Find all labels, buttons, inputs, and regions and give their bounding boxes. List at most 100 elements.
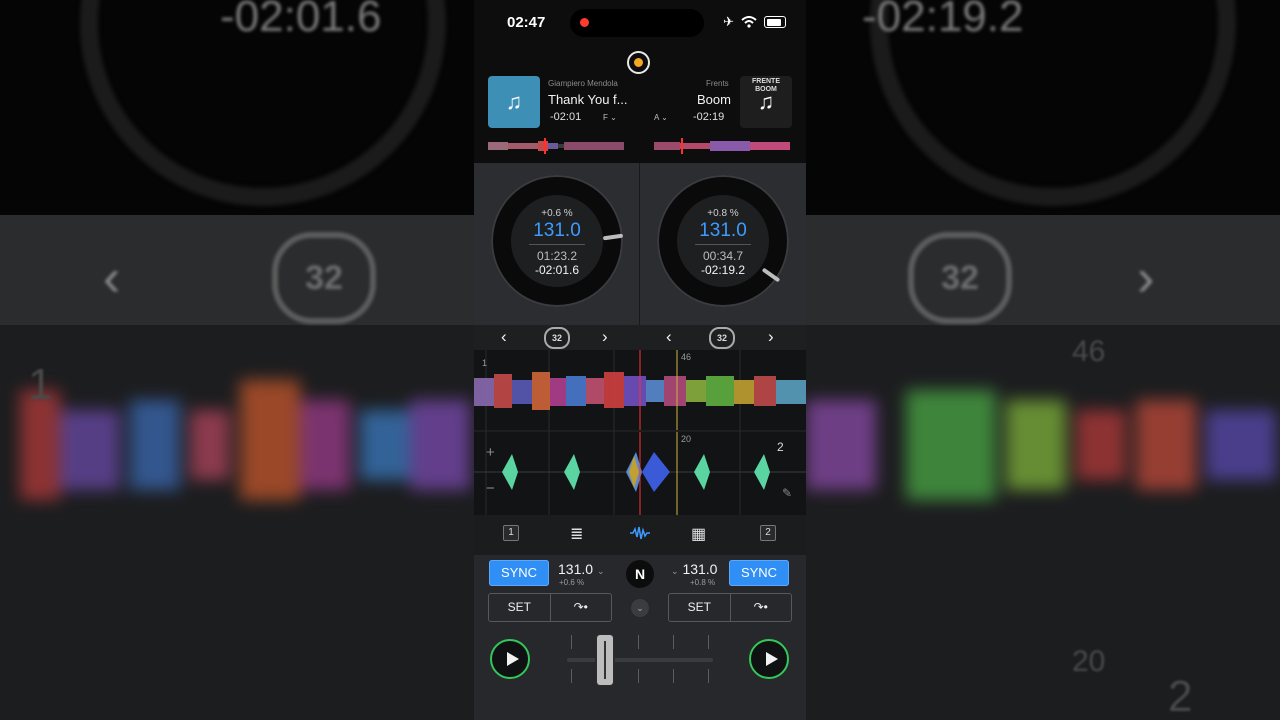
- loop-right-prev-chevron-left-icon[interactable]: ‹: [666, 327, 672, 347]
- album-art-right[interactable]: FRENTE BOOM ♫: [740, 76, 792, 128]
- crossfader-knob[interactable]: [596, 635, 613, 685]
- grid-icon[interactable]: ▦: [691, 524, 706, 544]
- control-bpm-right-value: 131.0: [682, 561, 718, 577]
- album-art-right-text: FRENTE BOOM: [752, 78, 780, 93]
- remaining-right: -02:19: [693, 111, 725, 123]
- loop-bar: ‹ 32 › ‹ 32 ›: [474, 325, 806, 350]
- control-bpm-right[interactable]: ⌄ 131.0: [671, 561, 717, 577]
- loop-left-next-chevron-right-icon[interactable]: ›: [602, 327, 608, 347]
- phone-screen: 02:47 ✈ ♫ Giampiero Mendola Thank You f.…: [474, 0, 806, 720]
- pitch-right: +0.8 %: [707, 208, 739, 219]
- crossfader-tick: [708, 669, 709, 683]
- status-time: 02:47: [507, 14, 546, 31]
- waveform-icon[interactable]: [630, 525, 650, 541]
- title-right: Boom: [697, 92, 731, 107]
- remaining-precise-right: -02:19.2: [700, 263, 746, 277]
- chevron-down-icon: ⌄: [671, 566, 679, 576]
- key-right-value: A: [654, 113, 659, 122]
- crossfader-tick: [673, 635, 674, 649]
- status-icons: ✈: [723, 14, 786, 30]
- cue-arrow-icon[interactable]: ↷•: [731, 594, 792, 621]
- sync-button-left[interactable]: SYNC: [489, 560, 549, 586]
- overview-waveform-left[interactable]: [488, 138, 624, 154]
- crossfader-tick: [571, 635, 572, 649]
- waveform-area[interactable]: 46 1 20 2 + − ✎: [474, 350, 806, 515]
- key-left-value: F: [603, 113, 608, 122]
- bpm-left: 131.0: [533, 220, 581, 241]
- key-left[interactable]: F ⌄: [603, 113, 617, 122]
- crossfader-tick: [708, 635, 709, 649]
- bg-beat-1: 1: [28, 360, 53, 409]
- cue-arrow-icon[interactable]: ↷•: [551, 594, 612, 621]
- crossfader-tick: [571, 669, 572, 683]
- elapsed-left: 01:23.2: [536, 249, 578, 263]
- deck-platters: +0.6 % 131.0 01:23.2 -02:01.6 +0.8 % 131…: [474, 163, 806, 325]
- bg-time-left: -02:01.6: [220, 0, 382, 41]
- platter-divider: [695, 244, 751, 245]
- crossfader-tick: [638, 635, 639, 649]
- bg-chevron-left-icon: ‹: [103, 249, 121, 307]
- cue-group-right: SET ↷•: [668, 593, 792, 622]
- chevron-down-icon: ⌄: [596, 566, 605, 576]
- chevron-down-icon: ⌄: [610, 113, 617, 122]
- pencil-icon[interactable]: ✎: [782, 486, 792, 500]
- remaining-left: -02:01: [550, 111, 582, 123]
- loop-left-prev-chevron-left-icon[interactable]: ‹: [501, 327, 507, 347]
- control-pitch-left: +0.6 %: [559, 578, 585, 587]
- deck-separator: [639, 163, 640, 325]
- mixer-icon[interactable]: ≣: [570, 524, 583, 544]
- platter-divider: [529, 244, 585, 245]
- artist-left: Giampiero Mendola: [548, 79, 618, 88]
- platter-left-center: +0.6 % 131.0 01:23.2 -02:01.6: [511, 195, 603, 287]
- control-bpm-left[interactable]: 131.0 ⌄: [558, 561, 604, 577]
- airplane-icon: ✈: [723, 14, 734, 29]
- platter-right-center: +0.8 % 131.0 00:34.7 -02:19.2: [677, 195, 769, 287]
- play-button-right[interactable]: [749, 639, 789, 679]
- bg-loop-icon: 32: [908, 232, 1012, 324]
- mixer-controls: SYNC 131.0 ⌄ +0.6 % N ⌄ 131.0 +0.8 % SYN…: [474, 555, 806, 720]
- bg-waveform-right: [806, 390, 1276, 500]
- recording-dot-icon: [580, 18, 589, 27]
- platter-left[interactable]: +0.6 % 131.0 01:23.2 -02:01.6: [491, 175, 624, 307]
- elapsed-right: 00:34.7: [702, 249, 744, 263]
- app-logo[interactable]: N: [626, 560, 654, 588]
- platter-right[interactable]: +0.8 % 131.0 00:34.7 -02:19.2: [657, 175, 789, 307]
- beat-marker-bottom-right[interactable]: 2: [777, 440, 784, 454]
- zoom-plus-icon[interactable]: +: [486, 444, 495, 461]
- battery-icon: [764, 16, 786, 28]
- beat-marker-bottom: 20: [681, 434, 692, 444]
- bpm-right: 131.0: [699, 220, 747, 241]
- key-right[interactable]: A ⌄: [654, 113, 668, 122]
- set-button-right[interactable]: SET: [669, 594, 731, 621]
- play-button-left[interactable]: [490, 639, 530, 679]
- expand-chevron-down-icon[interactable]: ⌄: [631, 599, 649, 617]
- bg-loop-icon: 32: [272, 232, 376, 324]
- beat-marker-top: 46: [681, 352, 692, 362]
- crossfader-tick: [673, 669, 674, 683]
- status-bar: 02:47 ✈: [474, 0, 806, 46]
- track-header: ♫ Giampiero Mendola Thank You f... -02:0…: [474, 46, 806, 163]
- bg-chevron-right-icon: ›: [1137, 249, 1155, 307]
- beat-marker-top-left: 1: [482, 358, 488, 368]
- album-art-left[interactable]: ♫: [488, 76, 540, 128]
- record-button[interactable]: [627, 51, 650, 74]
- bg-beat-20: 20: [1072, 645, 1106, 678]
- cue-group-left: SET ↷•: [488, 593, 612, 622]
- bg-beat-46: 46: [1072, 335, 1106, 368]
- overview-waveform-right[interactable]: [654, 138, 790, 154]
- loop-right-next-chevron-right-icon[interactable]: ›: [768, 327, 774, 347]
- loop-left-button[interactable]: 32: [544, 327, 570, 349]
- artist-right: Frents: [706, 79, 729, 88]
- sync-button-right[interactable]: SYNC: [729, 560, 789, 586]
- platter-left-marker: [602, 233, 624, 241]
- zoom-minus-icon[interactable]: −: [486, 480, 495, 497]
- deck-1-tab[interactable]: 1: [503, 525, 519, 541]
- bg-waveform-left: [20, 380, 470, 500]
- bg-beat-2: 2: [1168, 672, 1193, 720]
- crossfader-track[interactable]: [567, 658, 713, 662]
- crossfader-tick: [638, 669, 639, 683]
- loop-right-button[interactable]: 32: [709, 327, 735, 349]
- set-button-left[interactable]: SET: [489, 594, 551, 621]
- chevron-down-icon: ⌄: [661, 113, 668, 122]
- deck-2-tab[interactable]: 2: [760, 525, 776, 541]
